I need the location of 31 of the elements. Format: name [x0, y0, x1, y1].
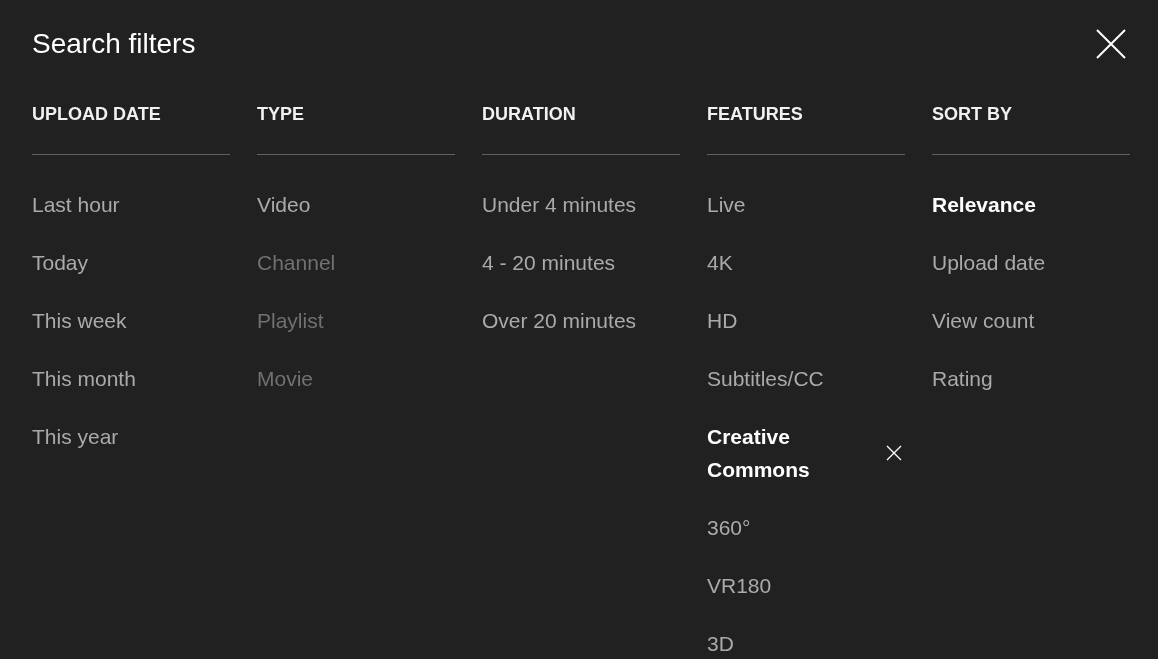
filter-option[interactable]: View count	[932, 291, 1130, 349]
filter-option[interactable]: Creative Commons	[707, 407, 867, 498]
filter-option[interactable]: Rating	[932, 349, 1130, 407]
filter-option[interactable]: 3D	[707, 614, 867, 659]
filter-option[interactable]: This year	[32, 407, 230, 465]
filter-option[interactable]: Video	[257, 175, 455, 233]
filter-option[interactable]: 4K	[707, 233, 867, 291]
filter-option[interactable]: Upload date	[932, 233, 1130, 291]
filter-heading: TYPE	[257, 88, 455, 155]
filter-option[interactable]: Over 20 minutes	[482, 291, 680, 349]
clear-filter-button[interactable]	[885, 443, 903, 462]
filter-option[interactable]: This month	[32, 349, 230, 407]
filter-heading: SORT BY	[932, 88, 1130, 155]
close-icon	[886, 444, 902, 461]
close-icon	[1096, 29, 1126, 59]
filter-heading: UPLOAD DATE	[32, 88, 230, 155]
filter-option[interactable]: Subtitles/CC	[707, 349, 867, 407]
close-button[interactable]	[1094, 27, 1128, 61]
filter-option[interactable]: VR180	[707, 556, 867, 614]
filter-option[interactable]: Today	[32, 233, 230, 291]
filter-heading: DURATION	[482, 88, 680, 155]
filter-option[interactable]: HD	[707, 291, 867, 349]
filter-option[interactable]: Last hour	[32, 175, 230, 233]
filter-heading: FEATURES	[707, 88, 905, 155]
filter-option[interactable]: 4 - 20 minutes	[482, 233, 680, 291]
filter-option[interactable]: This week	[32, 291, 230, 349]
filter-option[interactable]: 360°	[707, 498, 867, 556]
filter-option[interactable]: Relevance	[932, 175, 1130, 233]
filter-option[interactable]: Under 4 minutes	[482, 175, 680, 233]
dialog-title: Search filters	[32, 30, 196, 58]
filter-option[interactable]: Live	[707, 175, 867, 233]
